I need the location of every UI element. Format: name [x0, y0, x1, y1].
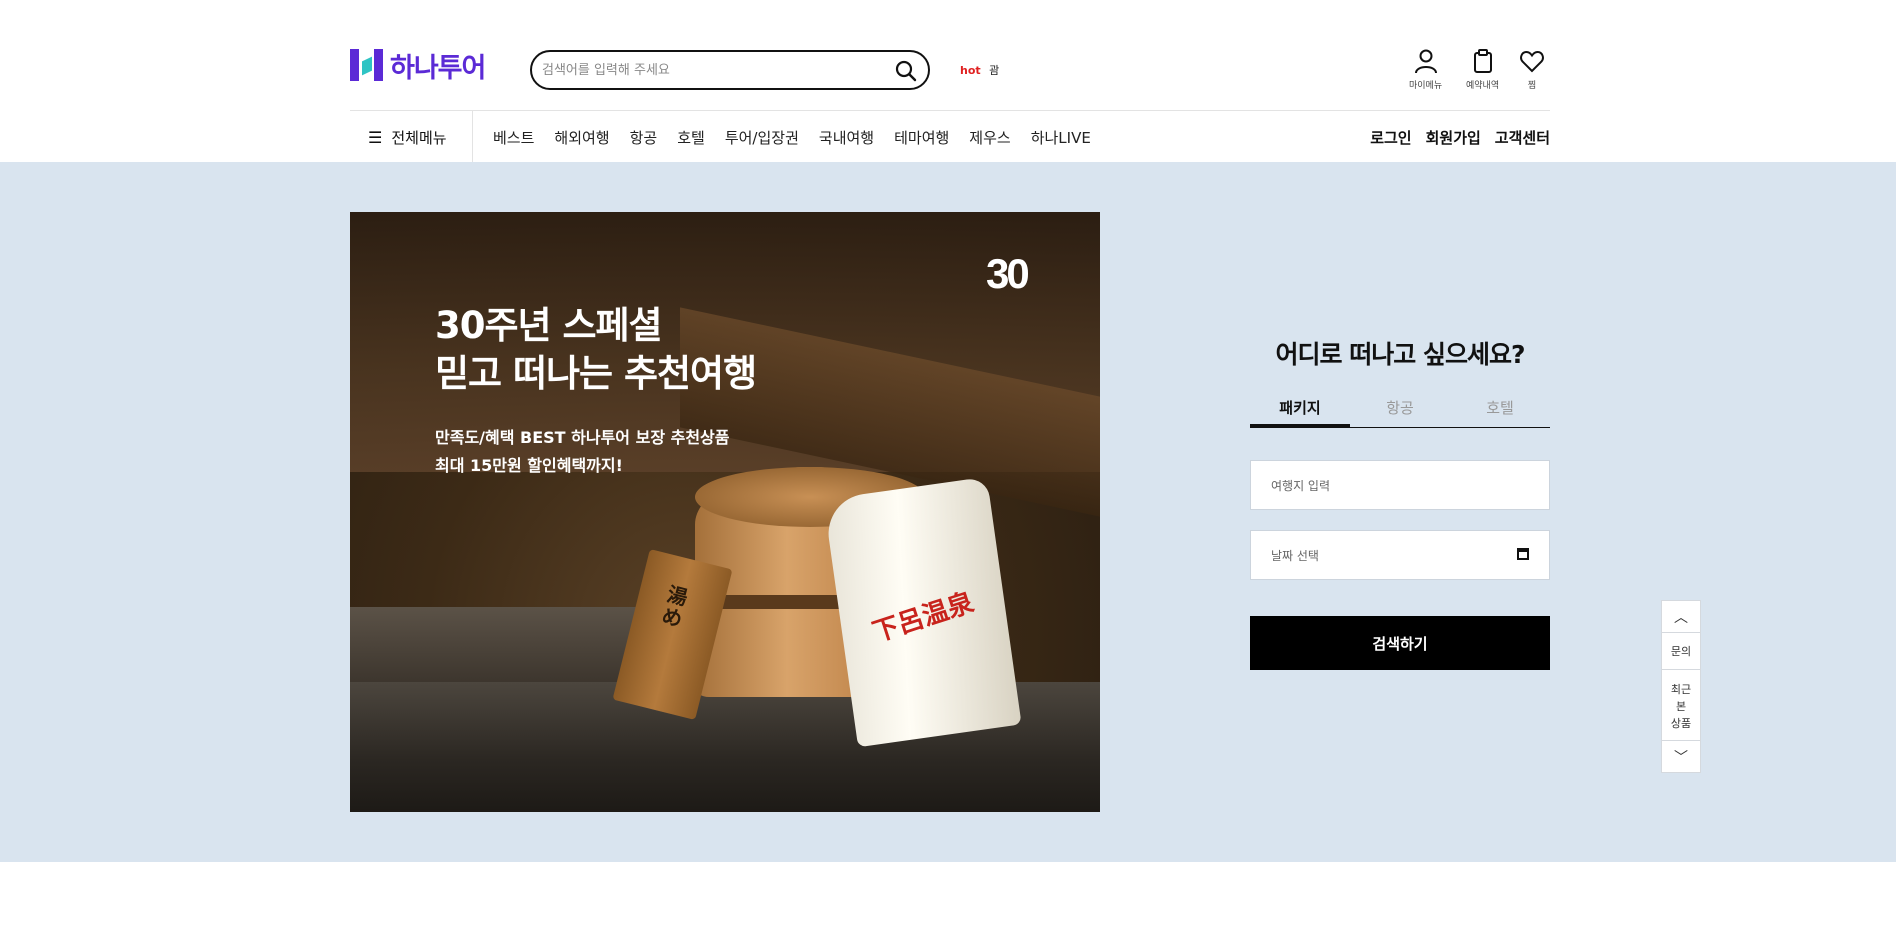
search-box	[530, 50, 930, 90]
banner-copy: 30주년 스페셜 믿고 떠나는 추천여행 만족도/혜택 BEST 하나투어 보장…	[435, 302, 757, 480]
hot-tag: hot	[960, 64, 981, 77]
date-picker[interactable]: 날짜 선택	[1250, 530, 1550, 580]
nav-item-overseas[interactable]: 해외여행	[554, 127, 609, 148]
calendar-icon	[1517, 548, 1529, 560]
all-menu-label: 전체메뉴	[391, 128, 447, 147]
account-links: 로그인 회원가입 고객센터	[1356, 111, 1550, 163]
heart-icon	[1520, 50, 1544, 73]
recent-products-button[interactable]: 최근 본 상품	[1661, 669, 1701, 741]
towel-image: 下呂温泉	[823, 476, 1022, 748]
banner-title-line2: 믿고 떠나는 추천여행	[435, 352, 757, 395]
nav-item-tour[interactable]: 투어/입장권	[725, 127, 799, 148]
mymenu-label: 마이메뉴	[1409, 81, 1443, 91]
destination-input[interactable]: 여행지 입력	[1250, 460, 1550, 510]
nav-item-theme[interactable]: 테마여행	[894, 127, 949, 148]
header: 하나투어 hot 괌 마이메뉴 예약내역 찜	[0, 0, 1896, 110]
nav-item-best[interactable]: 베스트	[493, 127, 534, 148]
search-submit-button[interactable]: 검색하기	[1250, 616, 1550, 670]
logo-icon	[350, 49, 384, 81]
hot-keyword[interactable]: hot 괌	[960, 62, 999, 78]
search-icon[interactable]	[894, 59, 918, 83]
banner-desc-line2: 최대 15만원 할인혜택까지!	[435, 456, 623, 475]
quick-bar: ︿ 문의 최근 본 상품 ﹀	[1661, 600, 1701, 773]
nav-item-flight[interactable]: 항공	[630, 127, 658, 148]
tab-hotel[interactable]: 호텔	[1450, 391, 1550, 427]
panel-title: 어디로 떠나고 싶으세요?	[1275, 340, 1526, 369]
reservations-label: 예약내역	[1466, 81, 1500, 91]
all-menu-button[interactable]: ☰ 전체메뉴	[350, 111, 473, 163]
logo-text: 하나투어	[390, 52, 486, 84]
login-link[interactable]: 로그인	[1370, 127, 1411, 148]
nav-item-hanalive[interactable]: 하나LIVE	[1031, 127, 1091, 148]
chevron-down-icon: ﹀	[1674, 749, 1688, 766]
main-nav: ☰ 전체메뉴 베스트 해외여행 항공 호텔 투어/입장권 국내여행 테마여행 제…	[350, 110, 1550, 163]
recent-products-label: 최근 본 상품	[1670, 682, 1692, 730]
hamburger-icon: ☰	[368, 127, 383, 147]
signup-link[interactable]: 회원가입	[1426, 127, 1481, 148]
nav-item-domestic[interactable]: 국내여행	[819, 127, 874, 148]
chevron-up-icon: ︿	[1674, 609, 1688, 626]
anniversary-badge: 30	[986, 250, 1030, 297]
inquiry-button[interactable]: 문의	[1661, 632, 1701, 670]
wishlist-button[interactable]: 찜	[1519, 48, 1545, 91]
banner-desc-line1: 만족도/혜택 BEST 하나투어 보장 추천상품	[435, 428, 730, 447]
clipboard-icon	[1473, 49, 1492, 73]
mymenu-button[interactable]: 마이메뉴	[1409, 48, 1442, 91]
nav-item-hotel[interactable]: 호텔	[677, 127, 705, 148]
travel-search-panel: 어디로 떠나고 싶으세요? 패키지 항공 호텔 여행지 입력 날짜 선택 검색하…	[1250, 335, 1550, 670]
date-placeholder: 날짜 선택	[1271, 548, 1319, 563]
scroll-down-button[interactable]: ﹀	[1661, 740, 1701, 773]
wishlist-label: 찜	[1527, 81, 1537, 91]
hot-keyword-text: 괌	[989, 64, 1000, 77]
search-tabs: 패키지 항공 호텔	[1250, 391, 1550, 428]
hanatour-logo[interactable]: 하나투어	[350, 48, 486, 84]
destination-placeholder: 여행지 입력	[1271, 478, 1331, 493]
user-icon	[1414, 49, 1437, 74]
scroll-up-button[interactable]: ︿	[1661, 600, 1701, 633]
hero-section: 湯め 下呂温泉 30 30주년 스페셜 믿고 떠나는 추천여행 만족도/혜택 B…	[0, 162, 1896, 862]
search-input[interactable]	[542, 59, 882, 81]
customer-center-link[interactable]: 고객센터	[1495, 127, 1550, 148]
tab-flight[interactable]: 항공	[1350, 391, 1450, 427]
banner-title-line1: 30주년 스페셜	[435, 304, 663, 347]
reservations-button[interactable]: 예약내역	[1466, 48, 1499, 91]
promo-banner[interactable]: 湯め 下呂温泉 30 30주년 스페셜 믿고 떠나는 추천여행 만족도/혜택 B…	[350, 212, 1100, 812]
nav-item-zeus[interactable]: 제우스	[969, 127, 1010, 148]
category-menu: 베스트 해외여행 항공 호텔 투어/입장권 국내여행 테마여행 제우스 하나LI…	[493, 111, 1111, 163]
tab-package[interactable]: 패키지	[1250, 391, 1350, 427]
